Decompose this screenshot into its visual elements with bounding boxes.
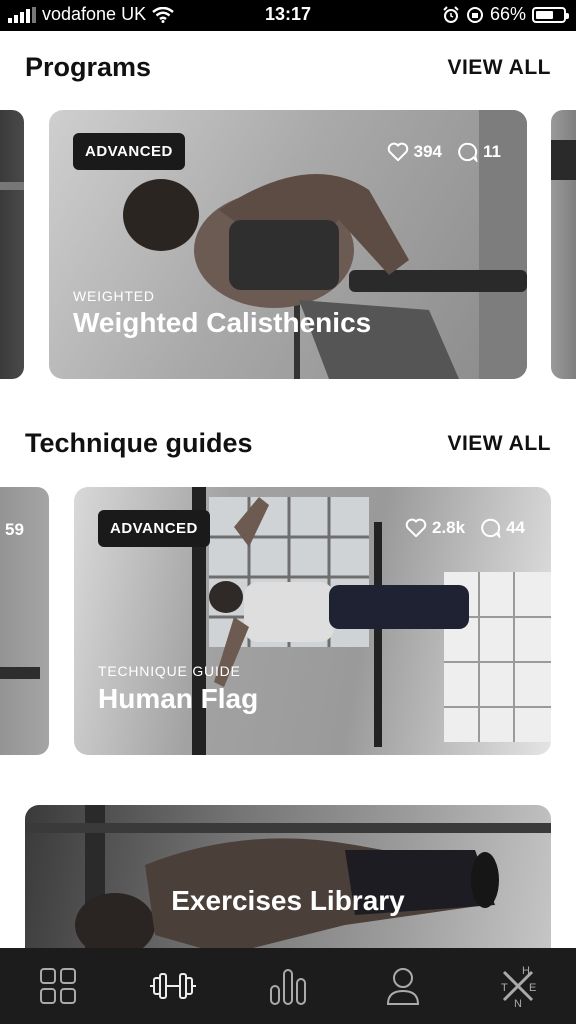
technique-likes-count: 2.8k <box>431 518 466 537</box>
grid-icon <box>39 968 76 1004</box>
technique-title-label: Human Flag <box>98 683 259 714</box>
battery-percent: 66% <box>489 4 526 24</box>
then-logo-icon: T H E N <box>501 965 536 1008</box>
tab-stats[interactable] <box>258 956 318 1016</box>
technique-previous-comments-count: 59 <box>5 520 24 539</box>
then-logo-letter-h: H <box>522 965 530 977</box>
technique-card-human-flag[interactable]: ADVANCED 2.8k 44 TECHNIQUE GUIDE Human F… <box>74 487 551 755</box>
technique-category: TECHNIQUE GUIDE <box>98 663 241 679</box>
technique-header: Technique guides VIEW ALL <box>25 428 551 459</box>
program-card-weighted-calisthenics[interactable]: ADVANCED 394 11 WEIGHTED Weighted Calist… <box>49 110 527 379</box>
programs-title: Programs <box>25 52 152 82</box>
comment-icon <box>458 142 478 162</box>
then-logo-letter-n: N <box>514 998 522 1008</box>
battery-icon <box>532 6 569 23</box>
then-logo-letter-t: T <box>501 982 508 994</box>
status-bar: vodafone UK 13:17 66% <box>0 0 576 31</box>
technique-title: Technique guides <box>25 428 253 458</box>
technique-likes[interactable]: 2.8k <box>405 518 465 538</box>
heart-icon <box>387 142 408 162</box>
dumbbell-icon <box>149 973 196 999</box>
program-likes[interactable]: 394 <box>387 142 442 162</box>
tab-profile[interactable] <box>373 956 433 1016</box>
tab-then[interactable]: T H E N <box>488 956 548 1016</box>
profile-icon <box>387 968 420 1005</box>
program-likes-count: 394 <box>413 142 443 161</box>
technique-view-all-button[interactable]: VIEW ALL <box>447 432 551 456</box>
technique-stats: 2.8k 44 <box>405 518 525 538</box>
alarm-icon <box>443 5 459 23</box>
then-logo-letter-e: E <box>529 982 536 994</box>
tab-workouts[interactable] <box>143 956 203 1016</box>
program-comments-count: 11 <box>483 142 501 161</box>
program-difficulty-badge: ADVANCED <box>73 133 185 170</box>
program-card-next[interactable] <box>551 110 576 379</box>
technique-comments-count: 44 <box>506 518 525 537</box>
tab-home[interactable] <box>28 956 88 1016</box>
technique-card-previous[interactable]: 59 <box>0 487 49 755</box>
rotation-lock-icon <box>466 6 483 23</box>
status-right: 66% <box>442 4 569 25</box>
program-stats: 394 11 <box>387 142 501 162</box>
program-title: Weighted Calisthenics <box>73 307 372 338</box>
stats-icon <box>269 969 306 1005</box>
programs-view-all-button[interactable]: VIEW ALL <box>447 56 551 80</box>
programs-header: Programs VIEW ALL <box>25 52 551 83</box>
program-comments[interactable]: 11 <box>458 142 501 162</box>
tab-bar: T H E N <box>0 948 576 1024</box>
exercises-library-title: Exercises Library <box>171 885 405 916</box>
program-card-previous[interactable] <box>0 110 24 379</box>
technique-difficulty-badge: ADVANCED <box>98 510 210 547</box>
program-category: WEIGHTED <box>73 288 155 304</box>
heart-icon <box>405 518 427 538</box>
technique-comments[interactable]: 44 <box>481 518 525 538</box>
comment-icon <box>481 518 501 538</box>
